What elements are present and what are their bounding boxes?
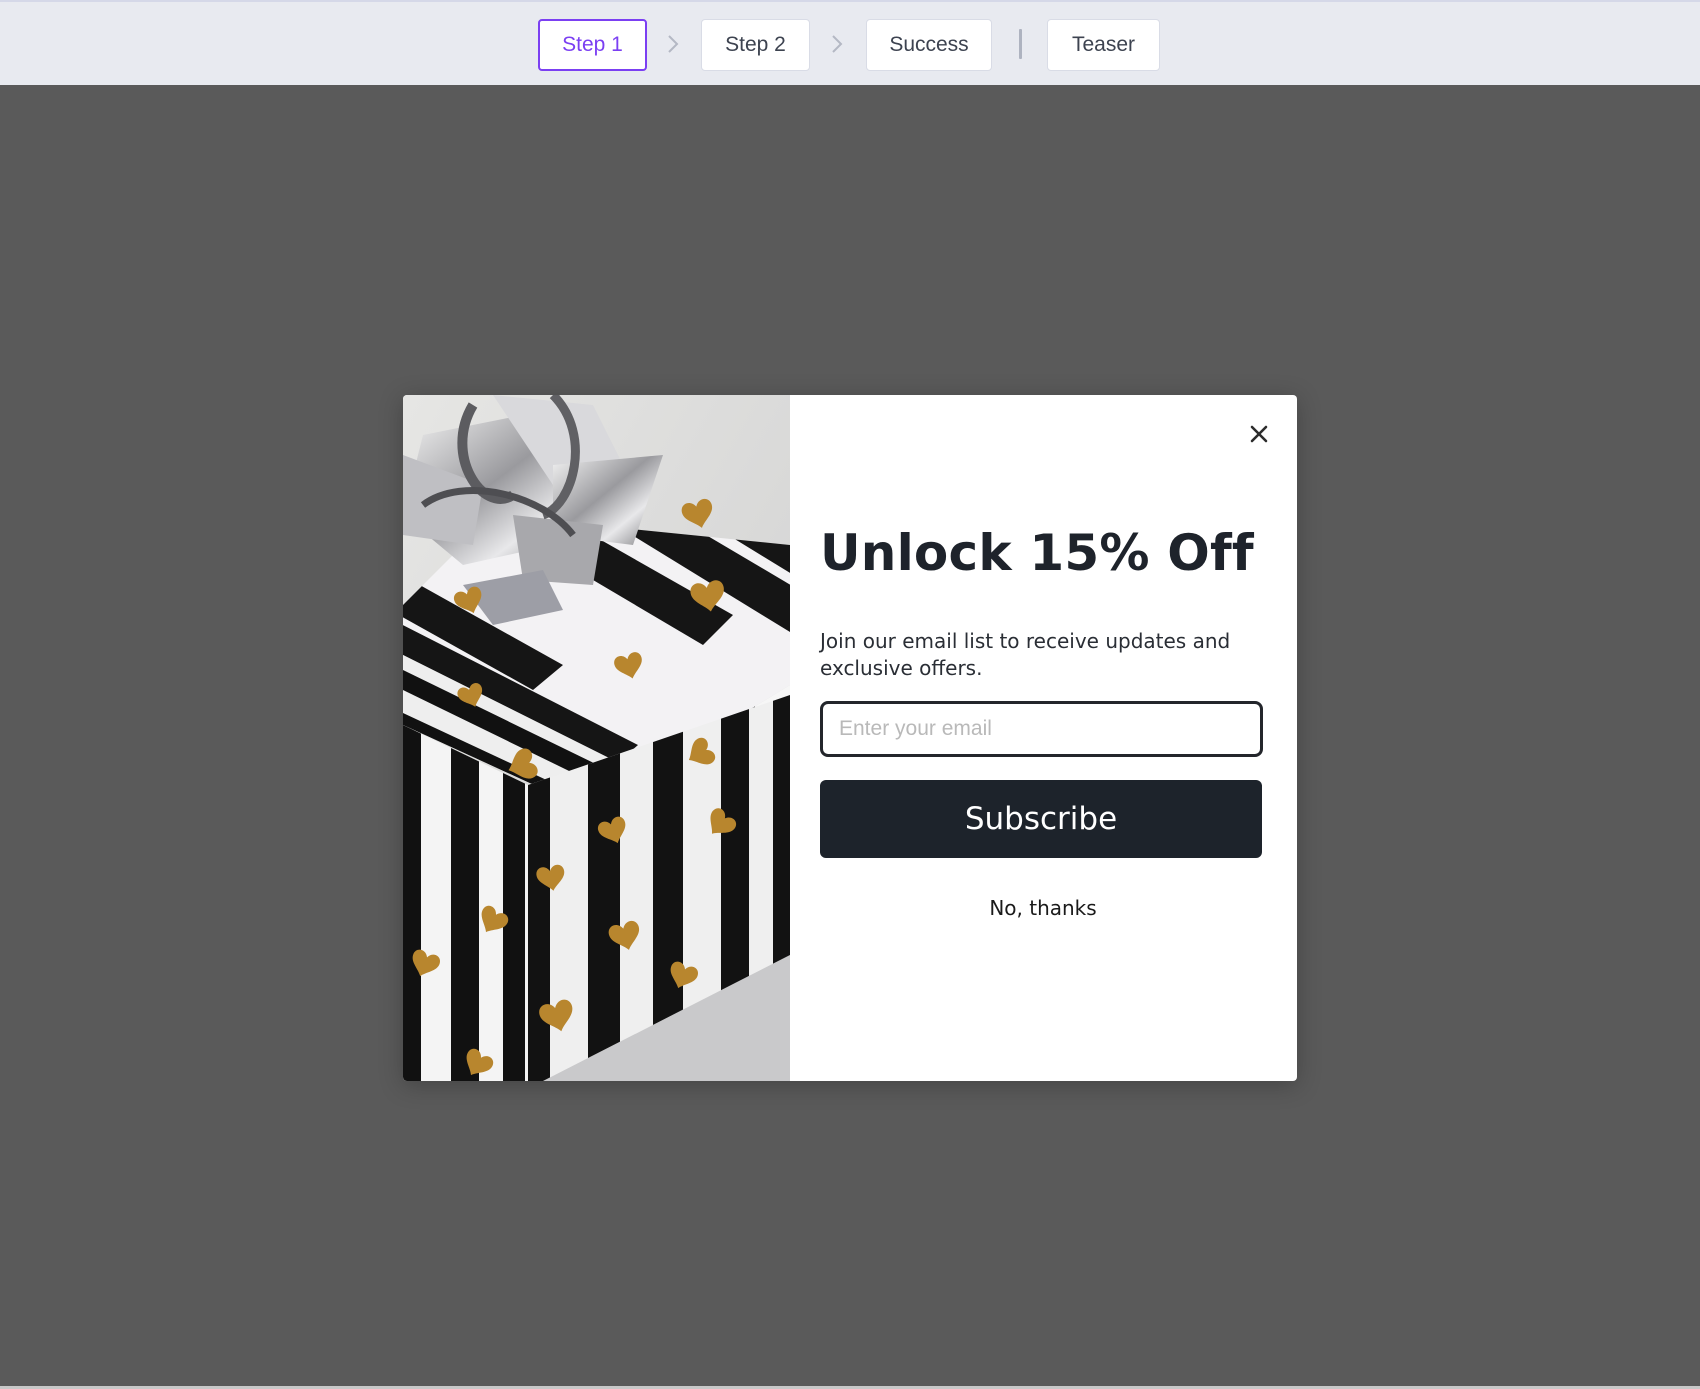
popup-headline: Unlock 15% Off (820, 524, 1254, 582)
email-input[interactable] (820, 701, 1263, 757)
subscribe-button[interactable]: Subscribe (820, 780, 1262, 858)
chevron-right-icon (668, 35, 679, 53)
divider (1019, 29, 1022, 59)
tab-step-1[interactable]: Step 1 (538, 19, 647, 71)
chevron-right-icon (832, 35, 843, 53)
tab-success[interactable]: Success (866, 19, 992, 71)
close-icon (1250, 425, 1268, 443)
step-navigation-bar: Step 1 Step 2 Success Teaser (0, 0, 1700, 85)
signup-popup: Unlock 15% Off Join our email list to re… (403, 395, 1297, 1081)
gift-box-image (403, 395, 790, 1081)
tab-step-2[interactable]: Step 2 (701, 19, 810, 71)
no-thanks-link[interactable]: No, thanks (820, 895, 1266, 921)
tab-teaser[interactable]: Teaser (1047, 19, 1160, 71)
popup-description: Join our email list to receive updates a… (820, 629, 1231, 680)
close-button[interactable] (1246, 421, 1272, 447)
